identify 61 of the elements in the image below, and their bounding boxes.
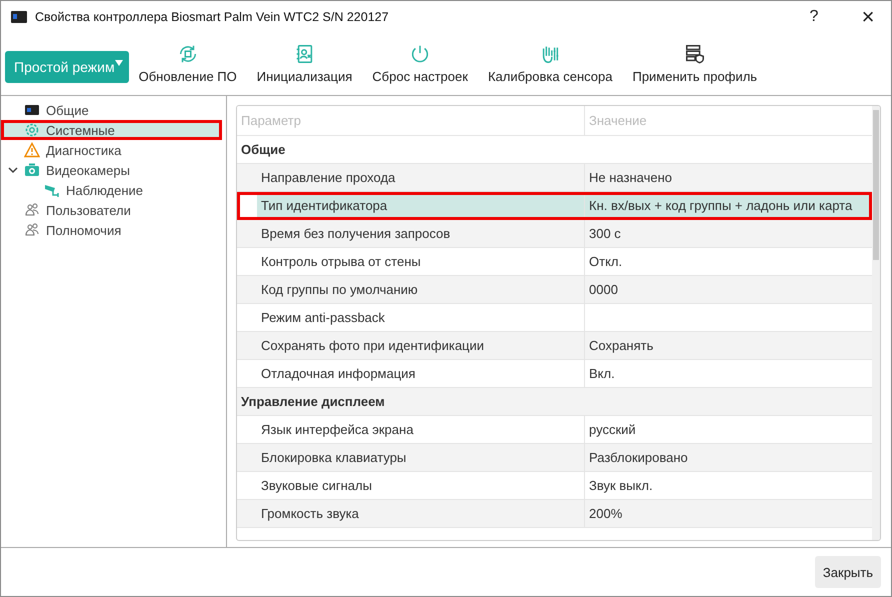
window-title: Свойства контроллера Biosmart Palm Vein WTC2 S/N 220127 (35, 10, 390, 24)
property-name: Направление прохода (261, 170, 396, 185)
property-row[interactable]: Тип идентификатора Кн. вх/вых + код группы + ладонь или карта (237, 192, 872, 220)
app-icon (11, 10, 27, 22)
tree-item[interactable]: Пользователи (1, 200, 222, 220)
property-row[interactable]: Код группы по умолчанию 0000 (237, 276, 872, 304)
column-header: Параметр (237, 106, 585, 135)
property-name: Звуковые сигналы (261, 478, 372, 493)
help-button[interactable]: ? (791, 1, 837, 32)
property-name: Отладочная информация (261, 366, 416, 381)
property-value: 0000 (589, 282, 618, 297)
property-value: Звук выкл. (589, 478, 653, 493)
property-value: Разблокировано (589, 450, 688, 465)
section-header: Общие (240, 141, 286, 159)
property-value: Кн. вх/вых + код группы + ладонь или карта (589, 198, 852, 213)
property-name: Код группы по умолчанию (261, 282, 418, 297)
property-row[interactable]: Громкость звука 200% (237, 500, 872, 528)
tree-item[interactable]: Общие (1, 100, 222, 120)
caret-icon (114, 60, 123, 66)
tree-item[interactable]: Системные (1, 120, 222, 140)
column-header: Значение (588, 112, 648, 130)
chevron-icon[interactable] (8, 165, 18, 175)
toolbar-button[interactable]: Инициализация (246, 36, 362, 92)
property-name: Сохранять фото при идентификации (261, 338, 484, 353)
users-icon (24, 222, 40, 238)
tree-item[interactable]: Видеокамеры (1, 160, 222, 180)
property-name: Режим anti-passback (261, 310, 385, 325)
toolbar-button[interactable]: Сброс настроек (362, 36, 478, 92)
property-row[interactable]: Время без получения запросов 300 с (237, 220, 872, 248)
property-name: Контроль отрыва от стены (261, 254, 421, 269)
property-name: Тип идентификатора (261, 198, 388, 213)
property-value: 300 с (589, 226, 621, 241)
property-value: Откл. (589, 254, 622, 269)
gear-icon (24, 122, 40, 138)
property-name: Время без получения запросов (261, 226, 450, 241)
tree-item[interactable]: Наблюдение (1, 180, 222, 200)
property-value: русский (589, 422, 636, 437)
warning-icon (24, 142, 40, 158)
property-value: Не назначено (589, 170, 672, 185)
server-shield-icon (684, 43, 706, 65)
property-name: Громкость звука (261, 506, 359, 521)
property-name: Язык интерфейса экрана (261, 422, 414, 437)
toolbar-button[interactable]: Обновление ПО (128, 36, 247, 92)
section-header: Управление дисплеем (240, 393, 386, 411)
tree-item[interactable]: Полномочия (1, 220, 222, 240)
close-button[interactable]: Закрыть (814, 556, 881, 588)
cctv-icon (44, 182, 60, 198)
tree-item[interactable]: Диагностика (1, 140, 222, 160)
property-row[interactable]: Направление прохода Не назначено (237, 164, 872, 192)
property-name: Блокировка клавиатуры (261, 450, 406, 465)
users-icon (24, 202, 40, 218)
device-icon (24, 102, 40, 118)
property-value: 200% (589, 506, 622, 521)
property-row[interactable]: Сохранять фото при идентификации Сохранять (237, 332, 872, 360)
toolbar-button[interactable]: Калибровка сенсора (478, 36, 622, 92)
property-value: Сохранять (589, 338, 654, 353)
property-value: Вкл. (589, 366, 615, 381)
toolbar-button[interactable]: Применить профиль (622, 36, 768, 92)
close-button[interactable]: × (845, 1, 891, 32)
property-row[interactable]: Блокировка клавиатуры Разблокировано (237, 444, 872, 472)
camera-icon (24, 162, 40, 178)
